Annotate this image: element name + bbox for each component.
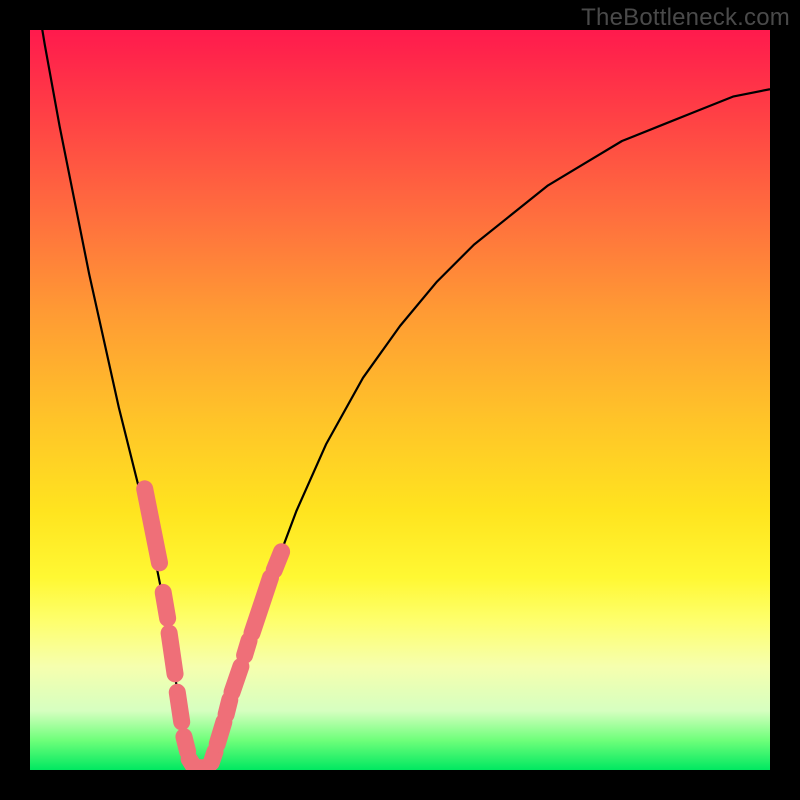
highlight-segment (232, 666, 241, 692)
highlight-segment (177, 692, 181, 722)
highlight-segment (226, 700, 230, 715)
highlight-segment (252, 578, 271, 634)
highlight-segment (245, 641, 249, 656)
highlight-segment (211, 752, 215, 763)
bottleneck-curve-svg (30, 30, 770, 770)
highlight-segment (145, 489, 160, 563)
highlight-segment (169, 633, 175, 674)
bottleneck-curve-path (30, 30, 770, 770)
marker-layer (145, 489, 282, 768)
watermark-text: TheBottleneck.com (581, 4, 790, 32)
highlight-segment (163, 592, 167, 618)
highlight-segment (274, 552, 281, 571)
highlight-segment (184, 737, 188, 752)
chart-stage: TheBottleneck.com (0, 0, 800, 800)
plot-area (30, 30, 770, 770)
highlight-segment (217, 722, 224, 744)
curve-layer (30, 30, 770, 770)
